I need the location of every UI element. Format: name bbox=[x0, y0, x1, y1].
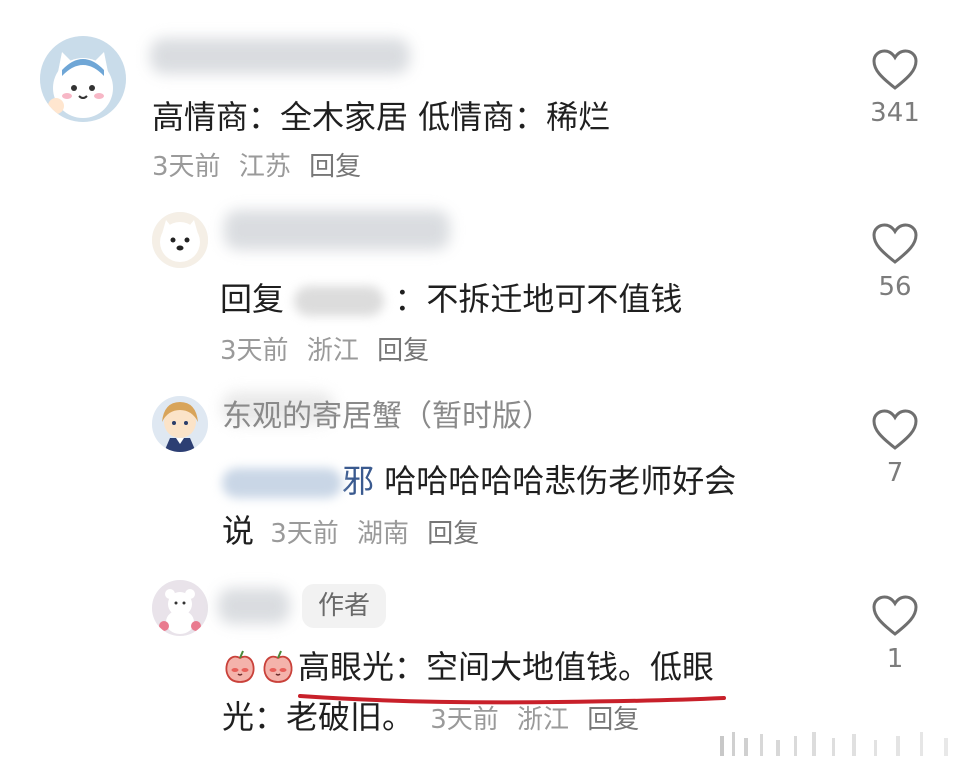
peach-emoji-icon bbox=[263, 650, 293, 683]
comment-text: 高情商：全木家居 低情商：稀烂 bbox=[152, 98, 611, 136]
like-button[interactable]: 56 bbox=[860, 222, 930, 302]
comment-text-line1: 邪 哈哈哈哈哈悲伤老师好会 bbox=[222, 458, 736, 504]
comment-meta: 3天前 湖南 回复 bbox=[270, 519, 489, 549]
heart-outline-icon bbox=[872, 409, 918, 450]
comment-meta: 3天前 浙江 回复 bbox=[220, 330, 439, 367]
like-count: 7 bbox=[886, 458, 904, 488]
reply-prefix: 回复 bbox=[220, 280, 285, 318]
username[interactable]: 东观的寄居蟹（暂时版） bbox=[222, 394, 552, 440]
like-button[interactable]: 7 bbox=[860, 408, 930, 488]
anime-girl-avatar-icon bbox=[152, 396, 208, 452]
mention-blurred[interactable] bbox=[222, 468, 342, 498]
avatar[interactable] bbox=[152, 396, 208, 452]
comment-location: 湖南 bbox=[357, 519, 410, 549]
reply-button[interactable]: 回复 bbox=[587, 705, 639, 735]
like-count: 1 bbox=[886, 644, 904, 674]
reply-button[interactable]: 回复 bbox=[427, 519, 479, 549]
comment-time: 3天前 bbox=[220, 336, 289, 366]
username-blurred[interactable] bbox=[218, 588, 290, 624]
username-blurred[interactable] bbox=[224, 210, 450, 250]
mention-tail[interactable]: 邪 bbox=[342, 462, 374, 500]
like-count: 341 bbox=[870, 98, 920, 128]
username-blurred[interactable] bbox=[150, 38, 410, 74]
heart-outline-icon bbox=[872, 223, 918, 264]
comment-text: ：不拆迁地可不值钱 bbox=[394, 280, 683, 318]
heart-outline-icon bbox=[872, 595, 918, 636]
mention-blurred[interactable] bbox=[294, 286, 385, 316]
reply-text: 回复 ：不拆迁地可不值钱 bbox=[220, 276, 682, 322]
peach-emoji-icon bbox=[225, 650, 255, 683]
comment-text-line2: 说 3天前 湖南 回复 bbox=[222, 508, 489, 557]
reply-button[interactable]: 回复 bbox=[377, 336, 429, 366]
comment-text-tail: 光：老破旧。 bbox=[222, 698, 415, 736]
cartoon-cat-avatar-icon bbox=[40, 36, 126, 122]
plush-toy-avatar-icon bbox=[152, 580, 208, 636]
comment-time: 3天前 bbox=[270, 519, 339, 549]
avatar[interactable] bbox=[152, 580, 208, 636]
like-button[interactable]: 341 bbox=[860, 48, 930, 128]
comment-meta: 3天前 浙江 回复 bbox=[430, 705, 649, 735]
comment-location: 江苏 bbox=[238, 152, 291, 182]
comment-meta: 3天前 江苏 回复 bbox=[152, 146, 371, 183]
heart-outline-icon bbox=[872, 49, 918, 90]
comment-time: 3天前 bbox=[430, 705, 499, 735]
reply-button[interactable]: 回复 bbox=[309, 152, 361, 182]
avatar[interactable] bbox=[152, 212, 208, 268]
comment-text: 哈哈哈哈哈悲伤老师好会 bbox=[384, 462, 737, 500]
comment-location: 浙江 bbox=[306, 336, 359, 366]
author-badge: 作者 bbox=[302, 584, 386, 628]
comment-time: 3天前 bbox=[152, 152, 221, 182]
avatar[interactable] bbox=[40, 36, 126, 122]
comment-location: 浙江 bbox=[517, 705, 570, 735]
comment-text-tail: 说 bbox=[222, 512, 255, 550]
watermark-bars-icon bbox=[720, 732, 948, 756]
comment-text-line2: 光：老破旧。 3天前 浙江 回复 bbox=[222, 694, 649, 743]
like-button[interactable]: 1 bbox=[860, 594, 930, 674]
comment-text: 高眼光：空间大地值钱。低眼 bbox=[298, 648, 715, 686]
comment-text-line1: 高眼光：空间大地值钱。低眼 bbox=[222, 644, 714, 690]
like-count: 56 bbox=[878, 272, 912, 302]
white-dog-avatar-icon bbox=[152, 212, 208, 268]
